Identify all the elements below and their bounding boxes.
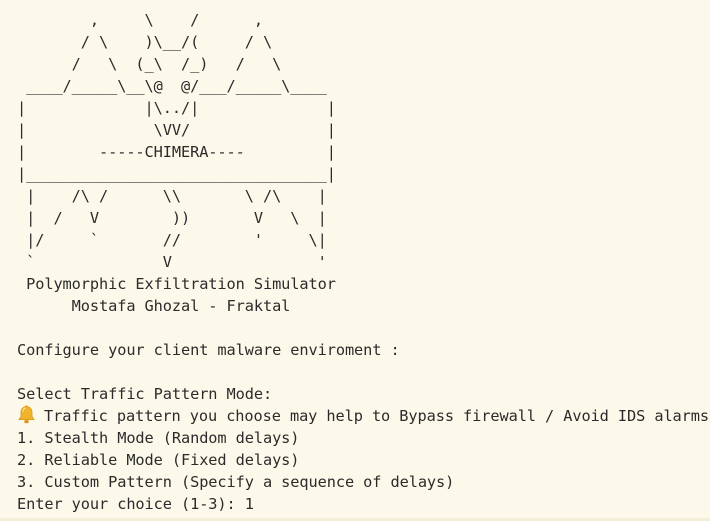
- bell-icon: [17, 405, 36, 425]
- terminal-output: , \ / , / \ )\__/( / \ / \ (_\ /_) / \ _…: [17, 9, 709, 515]
- banner-title: Polymorphic Exfiltration Simulator: [17, 275, 336, 293]
- option-reliable-mode: 2. Reliable Mode (Fixed delays): [17, 451, 300, 469]
- select-mode-heading: Select Traffic Pattern Mode:: [17, 385, 273, 403]
- terminal-window[interactable]: , \ / , / \ )\__/( / \ / \ (_\ /_) / \ _…: [0, 0, 710, 521]
- notice-line: Traffic pattern you choose may help to B…: [17, 405, 709, 427]
- banner-author: Mostafa Ghozal - Fraktal: [17, 297, 291, 315]
- choice-input-label: Enter your choice (1-3):: [17, 495, 245, 513]
- option-stealth-mode: 1. Stealth Mode (Random delays): [17, 429, 300, 447]
- choice-input[interactable]: 1: [245, 493, 254, 515]
- notice-text: Traffic pattern you choose may help to B…: [44, 407, 709, 425]
- configure-prompt: Configure your client malware enviroment…: [17, 341, 400, 359]
- choice-input-line[interactable]: Enter your choice (1-3): 1: [17, 493, 709, 515]
- chimera-ascii-banner: , \ / , / \ )\__/( / \ / \ (_\ /_) / \ _…: [17, 11, 336, 271]
- option-custom-pattern: 3. Custom Pattern (Specify a sequence of…: [17, 473, 455, 491]
